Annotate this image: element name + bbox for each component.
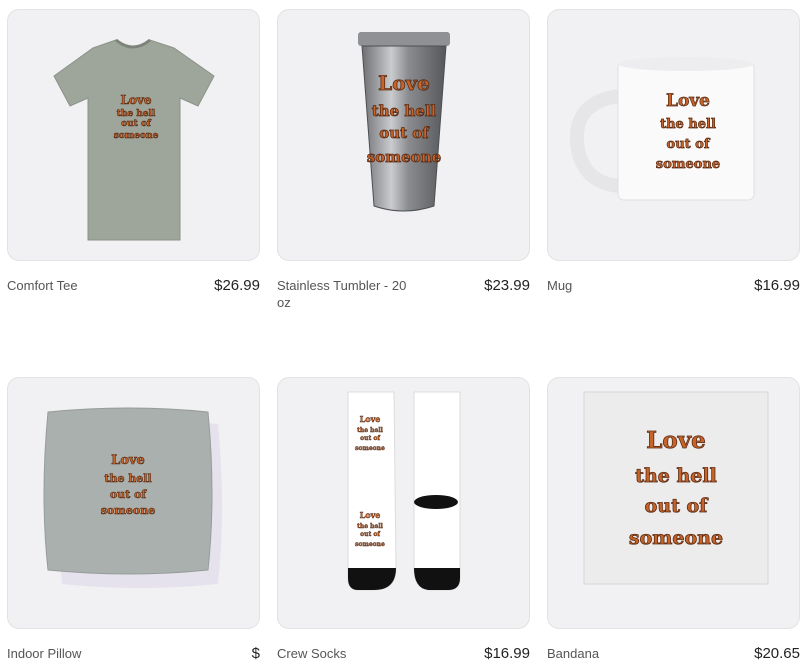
product-image[interactable]: Love the hell out of someone [547,9,800,261]
product-image[interactable]: Love the hell out of someone Love the he… [277,377,530,629]
slogan-line-1: Love [378,71,430,95]
slogan-line-4: someone [355,541,385,548]
slogan-line-2: the hell [357,427,383,434]
product-image[interactable]: Love the hell out of someone [547,377,800,629]
slogan-line-3: out of [110,488,148,501]
tumbler-image: Love the hell out of someone [358,32,450,212]
slogan-line-3: out of [360,531,380,538]
bandana-image: Love the hell out of someone [583,391,769,585]
product-card-indoor-pillow[interactable]: Love the hell out of someone Indoor Pill… [7,377,260,662]
tshirt-image: Love the hell out of someone [53,38,215,241]
slogan-line-3: out of [667,137,711,152]
slogan-line-4: someone [367,148,441,166]
slogan-line-4: someone [101,504,156,517]
slogan-line-4: someone [629,527,723,549]
slogan-line-3: out of [360,435,380,442]
product-name[interactable]: Crew Socks [277,645,346,662]
product-card-bandana[interactable]: Love the hell out of someone Bandana $20… [547,377,800,662]
product-name[interactable]: Comfort Tee [7,277,78,294]
slogan-line-4: someone [656,157,720,172]
slogan-line-1: Love [646,427,706,454]
slogan-line-1: Love [360,414,381,424]
slogan-line-2: the hell [357,523,383,530]
product-price: $23.99 [484,277,530,294]
slogan-line-2: the hell [660,117,716,132]
product-name[interactable]: Stainless Tumbler - 20 oz [277,277,412,311]
product-price: $16.99 [754,277,800,294]
product-image[interactable]: Love the hell out of someone [7,9,260,261]
product-name[interactable]: Indoor Pillow [7,645,81,662]
socks-image: Love the hell out of someone Love the he… [347,391,461,591]
slogan-line-4: someone [114,131,159,141]
slogan-line-2: the hell [117,109,156,119]
slogan-line-2: the hell [104,472,151,485]
slogan-line-2: the hell [635,465,717,487]
product-price: $16.99 [484,645,530,662]
product-price: $ [251,645,260,662]
product-name[interactable]: Bandana [547,645,599,662]
slogan-line-2: the hell [372,102,437,120]
slogan-line-1: Love [111,453,145,468]
slogan-line-4: someone [355,445,385,452]
slogan-line-3: out of [379,124,430,142]
product-image[interactable]: Love the hell out of someone [277,9,530,261]
product-price: $20.65 [754,645,800,662]
product-name[interactable]: Mug [547,277,572,294]
product-price: $26.99 [214,277,260,294]
slogan-line-1: Love [120,93,151,107]
product-card-crew-socks[interactable]: Love the hell out of someone Love the he… [277,377,530,662]
slogan-line-3: out of [645,495,710,517]
product-image[interactable]: Love the hell out of someone [7,377,260,629]
product-card-mug[interactable]: Love the hell out of someone Mug $16.99 [547,9,800,294]
mug-image: Love the hell out of someone [569,57,755,201]
pillow-image: Love the hell out of someone [43,407,222,588]
slogan-line-1: Love [360,510,381,520]
slogan-line-3: out of [121,119,152,129]
slogan-line-1: Love [666,91,710,111]
product-card-comfort-tee[interactable]: Love the hell out of someone Comfort Tee… [7,9,260,294]
product-card-stainless-tumbler[interactable]: Love the hell out of someone Stainless T… [277,9,530,311]
